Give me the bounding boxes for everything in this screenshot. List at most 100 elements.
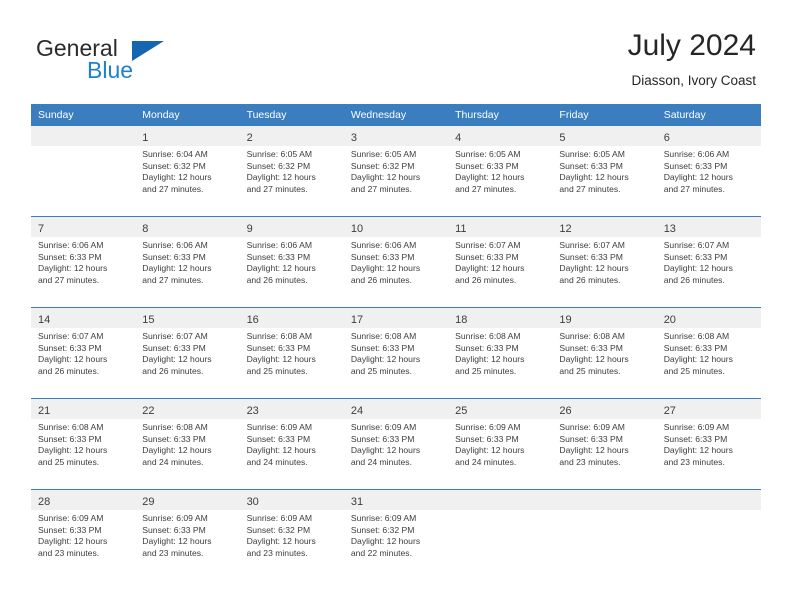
day-cell-1[interactable]: 1 Sunrise: 6:04 AM Sunset: 6:32 PM Daylight…: [135, 126, 240, 216]
calendar-week-row: 7 Sunrise: 6:06 AM Sunset: 6:33 PM Daylight…: [31, 216, 761, 308]
day-cell-18[interactable]: 18 Sunrise: 6:08 AM Sunset: 6:33 PM Dayligh…: [448, 308, 553, 398]
day-number: 10: [350, 223, 364, 235]
calendar-day-cell: 15 Sunrise: 6:07 AM Sunset: 6:33 PM Dayligh…: [135, 307, 240, 399]
logo-triangle-icon: [132, 41, 164, 61]
calendar-day-cell: 7 Sunrise: 6:06 AM Sunset: 6:33 PM Daylight…: [31, 216, 136, 308]
weekday-header-wednesday: Wednesday: [343, 104, 449, 126]
sunset-text: Sunset: 6:33 PM: [38, 524, 102, 535]
sunrise-text: Sunrise: 6:08 AM: [455, 331, 521, 341]
day-cell-27[interactable]: 27 Sunrise: 6:09 AM Sunset: 6:33 PM Dayligh…: [656, 399, 761, 489]
day-cell-14[interactable]: 14 Sunrise: 6:07 AM Sunset: 6:33 PM Dayligh…: [31, 308, 136, 398]
sunset-text: Sunset: 6:33 PM: [350, 251, 415, 262]
daylight-text-line2: and 27 minutes.: [142, 183, 204, 194]
day-cell-9[interactable]: 9 Sunrise: 6:06 AM Sunset: 6:33 PM Daylight…: [239, 217, 344, 307]
calendar-body: 1 Sunrise: 6:04 AM Sunset: 6:32 PM Daylight…: [31, 126, 761, 580]
sunrise-text: Sunrise: 6:06 AM: [38, 240, 104, 250]
sunrise-text: Sunrise: 6:05 AM: [246, 149, 313, 159]
day-cell-20[interactable]: 20 Sunrise: 6:08 AM Sunset: 6:33 PM Dayligh…: [656, 308, 761, 398]
daylight-text-line1: Daylight: 12 hours: [142, 354, 212, 365]
day-number: 27: [663, 405, 676, 417]
day-cell-30[interactable]: 30 Sunrise: 6:09 AM Sunset: 6:32 PM Dayligh…: [239, 490, 344, 580]
calendar-day-cell: 3 Sunrise: 6:05 AM Sunset: 6:32 PM Daylight…: [343, 126, 449, 217]
daylight-text-line1: Daylight: 12 hours: [142, 536, 212, 547]
day-sun-info: Sunrise: 6:09 AM Sunset: 6:33 PM Daylight:…: [657, 419, 761, 468]
daylight-text-line2: and 24 minutes.: [142, 456, 204, 467]
sunrise-text: Sunrise: 6:09 AM: [559, 422, 625, 432]
daylight-text-line1: Daylight: 12 hours: [350, 354, 421, 365]
calendar-day-cell: 27 Sunrise: 6:09 AM Sunset: 6:33 PM Dayligh…: [656, 398, 761, 490]
day-sun-info: Sunrise: 6:05 AM Sunset: 6:33 PM Daylight:…: [552, 146, 656, 195]
sunset-text: Sunset: 6:33 PM: [142, 342, 206, 353]
calendar-week-row: 28 Sunrise: 6:09 AM Sunset: 6:33 PM Dayligh…: [31, 489, 761, 580]
day-cell-22[interactable]: 22 Sunrise: 6:08 AM Sunset: 6:33 PM Dayligh…: [135, 399, 240, 489]
calendar-day-cell: 21 Sunrise: 6:08 AM Sunset: 6:33 PM Dayligh…: [31, 398, 136, 490]
sunrise-text: Sunrise: 6:09 AM: [246, 513, 313, 523]
calendar-day-cell: 24 Sunrise: 6:09 AM Sunset: 6:33 PM Dayligh…: [343, 398, 449, 490]
day-number-band: 6: [656, 126, 761, 146]
day-cell-2[interactable]: 2 Sunrise: 6:05 AM Sunset: 6:32 PM Daylight…: [239, 126, 344, 216]
day-sun-info: Sunrise: 6:09 AM Sunset: 6:33 PM Daylight:…: [240, 419, 344, 468]
daylight-text-line2: and 23 minutes.: [38, 547, 100, 558]
day-number: 12: [559, 223, 572, 235]
day-cell-16[interactable]: 16 Sunrise: 6:08 AM Sunset: 6:33 PM Dayligh…: [239, 308, 344, 398]
sunset-text: Sunset: 6:33 PM: [559, 251, 623, 262]
day-number: 14: [38, 314, 51, 326]
sunset-text: Sunset: 6:33 PM: [142, 524, 206, 535]
sunrise-text: Sunrise: 6:06 AM: [350, 240, 417, 250]
day-cell-4[interactable]: 4 Sunrise: 6:05 AM Sunset: 6:33 PM Daylight…: [448, 126, 553, 216]
day-cell-26[interactable]: 26 Sunrise: 6:09 AM Sunset: 6:33 PM Dayligh…: [552, 399, 657, 489]
day-sun-info: Sunrise: 6:08 AM Sunset: 6:33 PM Daylight:…: [135, 419, 239, 468]
daylight-text-line1: Daylight: 12 hours: [559, 263, 629, 274]
day-cell-31[interactable]: 31 Sunrise: 6:09 AM Sunset: 6:32 PM Dayligh…: [343, 490, 449, 580]
day-cell-28[interactable]: 28 Sunrise: 6:09 AM Sunset: 6:33 PM Dayligh…: [31, 490, 136, 580]
daylight-text-line1: Daylight: 12 hours: [663, 172, 733, 183]
daylight-text-line2: and 27 minutes.: [559, 183, 621, 194]
day-number-band: 21: [31, 399, 136, 419]
day-cell-17[interactable]: 17 Sunrise: 6:08 AM Sunset: 6:33 PM Dayligh…: [343, 308, 449, 398]
day-sun-info: Sunrise: 6:07 AM Sunset: 6:33 PM Daylight:…: [448, 237, 552, 286]
day-sun-info: Sunrise: 6:08 AM Sunset: 6:33 PM Daylight:…: [552, 328, 656, 377]
weekday-header-saturday: Saturday: [656, 104, 761, 126]
day-number: 16: [246, 314, 259, 326]
day-cell-19[interactable]: 19 Sunrise: 6:08 AM Sunset: 6:33 PM Dayligh…: [552, 308, 657, 398]
day-number-band: 27: [656, 399, 761, 419]
sunrise-text: Sunrise: 6:07 AM: [663, 240, 730, 250]
sunrise-text: Sunrise: 6:08 AM: [350, 331, 417, 341]
day-number: 18: [455, 314, 468, 326]
calendar-day-cell: [448, 489, 553, 580]
sunset-text: Sunset: 6:33 PM: [559, 342, 623, 353]
day-cell-5[interactable]: 5 Sunrise: 6:05 AM Sunset: 6:33 PM Daylight…: [552, 126, 657, 216]
day-cell-3[interactable]: 3 Sunrise: 6:05 AM Sunset: 6:32 PM Daylight…: [343, 126, 449, 216]
day-cell-13[interactable]: 13 Sunrise: 6:07 AM Sunset: 6:33 PM Dayligh…: [656, 217, 761, 307]
daylight-text-line1: Daylight: 12 hours: [559, 354, 629, 365]
daylight-text-line1: Daylight: 12 hours: [455, 445, 525, 456]
day-cell-8[interactable]: 8 Sunrise: 6:06 AM Sunset: 6:33 PM Daylight…: [135, 217, 240, 307]
day-cell-15[interactable]: 15 Sunrise: 6:07 AM Sunset: 6:33 PM Dayligh…: [135, 308, 240, 398]
day-cell-10[interactable]: 10 Sunrise: 6:06 AM Sunset: 6:33 PM Dayligh…: [343, 217, 449, 307]
day-sun-info: Sunrise: 6:05 AM Sunset: 6:33 PM Daylight:…: [448, 146, 552, 195]
day-cell-12[interactable]: 12 Sunrise: 6:07 AM Sunset: 6:33 PM Dayligh…: [552, 217, 657, 307]
day-number-band: 18: [448, 308, 553, 328]
day-cell-21[interactable]: 21 Sunrise: 6:08 AM Sunset: 6:33 PM Dayligh…: [31, 399, 136, 489]
daylight-text-line1: Daylight: 12 hours: [142, 263, 212, 274]
day-cell-7[interactable]: 7 Sunrise: 6:06 AM Sunset: 6:33 PM Daylight…: [31, 217, 136, 307]
day-cell-25[interactable]: 25 Sunrise: 6:09 AM Sunset: 6:33 PM Dayligh…: [448, 399, 553, 489]
calendar-page: General Blue July 2024 Diasson, Ivory Co…: [0, 0, 792, 612]
sunset-text: Sunset: 6:33 PM: [559, 433, 623, 444]
day-sun-info: Sunrise: 6:08 AM Sunset: 6:33 PM Daylight:…: [657, 328, 761, 377]
day-cell-24[interactable]: 24 Sunrise: 6:09 AM Sunset: 6:33 PM Dayligh…: [343, 399, 449, 489]
general-blue-logo[interactable]: General Blue: [36, 36, 266, 88]
sunset-text: Sunset: 6:33 PM: [246, 251, 311, 262]
sunrise-text: Sunrise: 6:09 AM: [246, 422, 313, 432]
day-cell-23[interactable]: 23 Sunrise: 6:09 AM Sunset: 6:33 PM Dayligh…: [239, 399, 344, 489]
day-cell-11[interactable]: 11 Sunrise: 6:07 AM Sunset: 6:33 PM Dayligh…: [448, 217, 553, 307]
calendar-day-cell: 18 Sunrise: 6:08 AM Sunset: 6:33 PM Dayligh…: [448, 307, 553, 399]
daylight-text-line2: and 25 minutes.: [455, 365, 517, 376]
day-cell-6[interactable]: 6 Sunrise: 6:06 AM Sunset: 6:33 PM Daylight…: [656, 126, 761, 216]
calendar-day-cell: 1 Sunrise: 6:04 AM Sunset: 6:32 PM Daylight…: [135, 126, 240, 217]
day-number: 9: [246, 223, 253, 235]
day-cell-29[interactable]: 29 Sunrise: 6:09 AM Sunset: 6:33 PM Dayligh…: [135, 490, 240, 580]
sunrise-text: Sunrise: 6:09 AM: [38, 513, 104, 523]
day-sun-info: Sunrise: 6:08 AM Sunset: 6:33 PM Daylight:…: [31, 419, 135, 468]
calendar-day-cell: 6 Sunrise: 6:06 AM Sunset: 6:33 PM Daylight…: [656, 126, 761, 217]
